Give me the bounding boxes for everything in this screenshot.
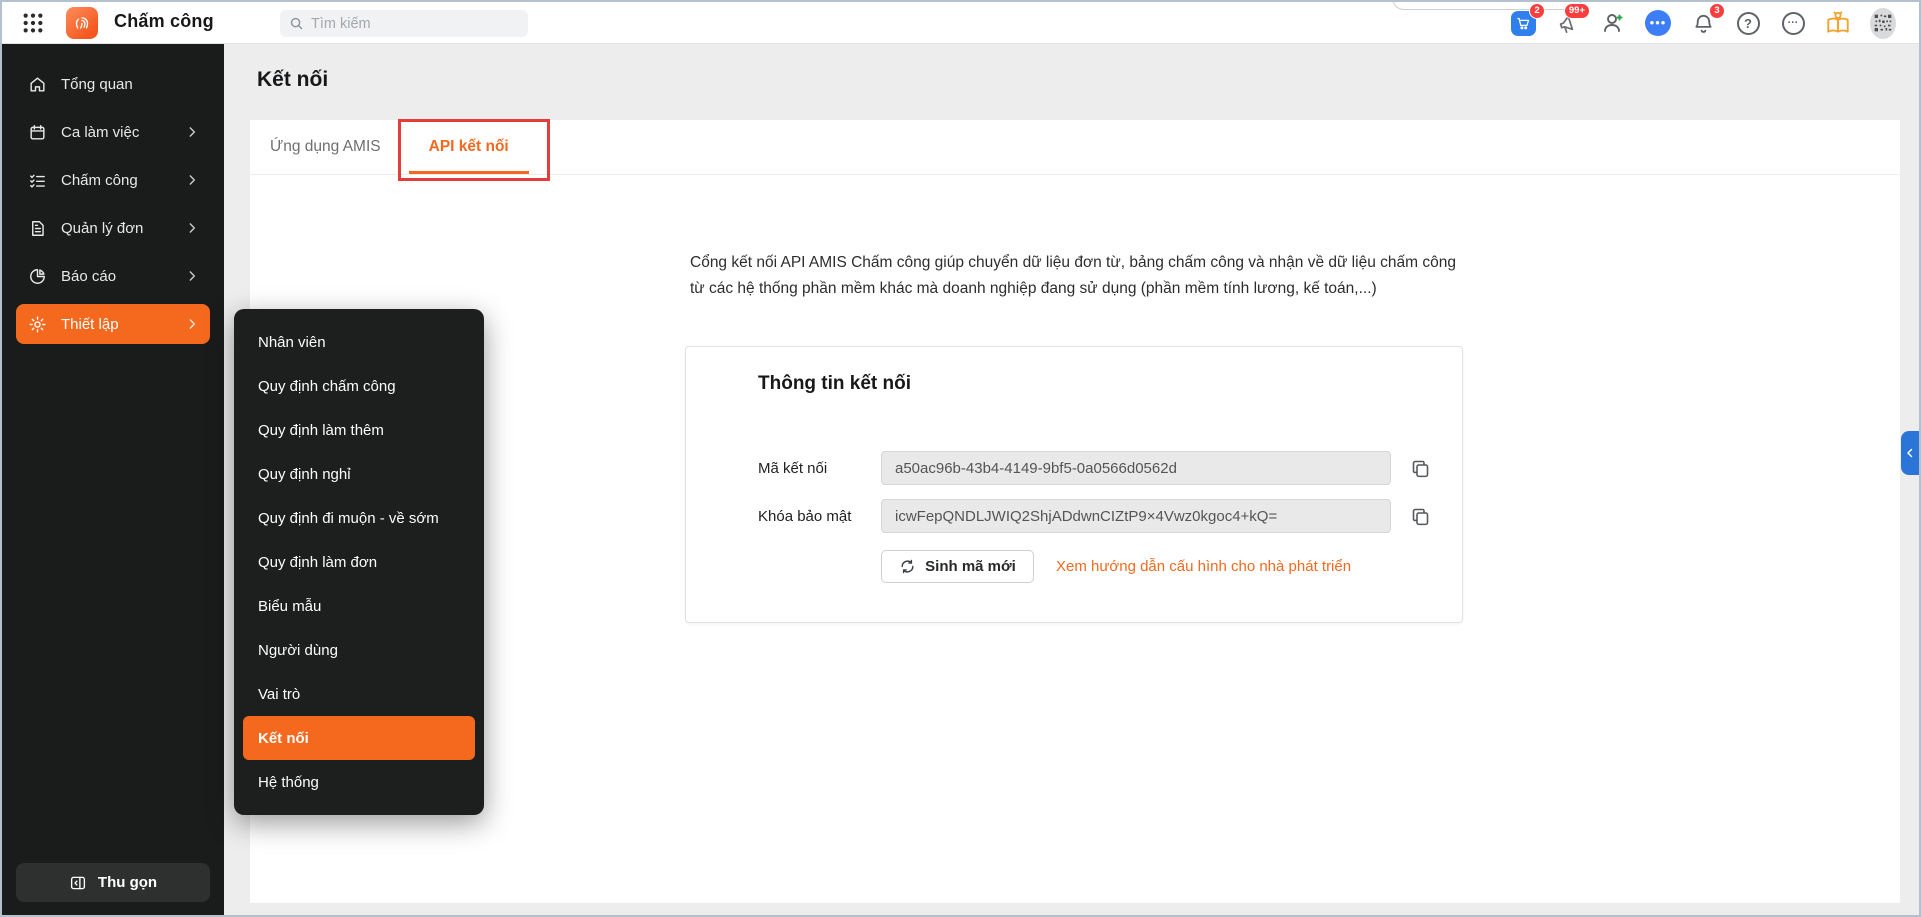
app-grid-icon[interactable] xyxy=(22,12,44,34)
chat-bubble-icon: ••• xyxy=(1645,10,1671,36)
topbar-actions: 2 99+ ••• 3 ? ... xyxy=(1510,2,1896,44)
chevron-right-icon xyxy=(185,221,199,235)
flyout-item-quy-dinh-cham-cong[interactable]: Quy định chấm công xyxy=(234,364,484,408)
sidebar-nav: Tổng quan Ca làm việc Chấm công Quản lý … xyxy=(2,44,224,344)
gear-icon xyxy=(27,314,47,334)
checklist-icon xyxy=(27,170,47,190)
flyout-item-quy-dinh-di-muon-ve-som[interactable]: Quy định đi muộn - về sớm xyxy=(234,496,484,540)
search-input[interactable] xyxy=(311,15,519,32)
connection-code-value[interactable]: a50ac96b-43b4-4149-9bf5-0a0566d0562d xyxy=(881,451,1391,485)
card-title: Thông tin kết nối xyxy=(758,373,912,394)
search-box[interactable] xyxy=(280,10,528,37)
tab-api-ket-noi[interactable]: API kết nối xyxy=(408,120,529,174)
calendar-icon xyxy=(27,122,47,142)
settings-flyout-menu: Nhân viên Quy định chấm công Quy định là… xyxy=(234,309,484,815)
card-actions: Sinh mã mới Xem hướng dẫn cấu hình cho n… xyxy=(881,550,1351,583)
regenerate-label: Sinh mã mới xyxy=(925,558,1016,575)
connection-code-row: Mã kết nối a50ac96b-43b4-4149-9bf5-0a056… xyxy=(758,451,1432,485)
announcements-button[interactable]: 99+ xyxy=(1555,3,1590,36)
chevron-right-icon xyxy=(185,317,199,331)
tab-ung-dung-amis[interactable]: Ứng dụng AMIS xyxy=(250,120,401,174)
secret-key-value[interactable]: icwFepQNDLJWIQ2ShjADdwnCIZtP9×4Vwz0kgoc4… xyxy=(881,499,1391,533)
sidebar-item-label: Ca làm việc xyxy=(61,123,140,141)
connection-info-card: Thông tin kết nối Mã kết nối a50ac96b-43… xyxy=(685,346,1463,623)
chevron-right-icon xyxy=(185,173,199,187)
copy-secret-key-button[interactable] xyxy=(1408,504,1432,528)
flyout-item-ket-noi[interactable]: Kết nối xyxy=(243,716,475,760)
flyout-item-quy-dinh-lam-them[interactable]: Quy định làm thêm xyxy=(234,408,484,452)
collapse-sidebar-button[interactable]: Thu gọn xyxy=(16,863,210,902)
sidebar-item-label: Quản lý đơn xyxy=(61,219,144,237)
sidebar-item-ca-lam-viec[interactable]: Ca làm việc xyxy=(16,112,210,152)
collapse-label: Thu gọn xyxy=(97,874,158,891)
help-icon: ? xyxy=(1736,11,1760,35)
flyout-item-bieu-mau[interactable]: Biểu mẫu xyxy=(234,584,484,628)
more-options-button[interactable]: ... xyxy=(1780,10,1806,36)
invite-user-button[interactable] xyxy=(1600,10,1626,36)
cart-badge: 2 xyxy=(1529,3,1545,19)
sidebar-item-quan-ly-don[interactable]: Quản lý đơn xyxy=(16,208,210,248)
regenerate-code-button[interactable]: Sinh mã mới xyxy=(881,550,1034,583)
sidebar: Tổng quan Ca làm việc Chấm công Quản lý … xyxy=(2,44,224,915)
more-icon: ... xyxy=(1781,11,1805,35)
sidebar-item-label: Thiết lập xyxy=(61,315,119,333)
secret-key-row: Khóa bảo mật icwFepQNDLJWIQ2ShjADdwnCIZt… xyxy=(758,499,1432,533)
flyout-item-vai-tro[interactable]: Vai trò xyxy=(234,672,484,716)
flyout-item-he-thong[interactable]: Hệ thống xyxy=(234,760,484,804)
whats-new-button[interactable] xyxy=(1825,10,1851,36)
document-icon xyxy=(27,218,47,238)
sidebar-item-label: Chấm công xyxy=(61,171,138,189)
flyout-item-quy-dinh-nghi[interactable]: Quy định nghỉ xyxy=(234,452,484,496)
help-button[interactable]: ? xyxy=(1735,10,1761,36)
chevron-left-icon xyxy=(1904,447,1916,459)
flyout-item-nguoi-dung[interactable]: Người dùng xyxy=(234,628,484,672)
sidebar-item-label: Báo cáo xyxy=(61,267,117,285)
announcements-badge: 99+ xyxy=(1563,3,1590,19)
sidebar-item-thiet-lap[interactable]: Thiết lập xyxy=(16,304,210,344)
collapse-panel-flap[interactable] xyxy=(1901,431,1919,475)
api-description: Cổng kết nối API AMIS Chấm công giúp chu… xyxy=(690,254,1456,298)
developer-guide-link[interactable]: Xem hướng dẫn cấu hình cho nhà phát triể… xyxy=(1056,558,1351,575)
chevron-right-icon xyxy=(185,125,199,139)
notifications-badge: 3 xyxy=(1709,3,1725,19)
copy-icon xyxy=(1410,506,1431,527)
notifications-button[interactable]: 3 xyxy=(1690,3,1725,36)
search-icon xyxy=(289,16,304,31)
app-title: Chấm công xyxy=(114,11,214,31)
tab-bar: Ứng dụng AMIS API kết nối xyxy=(250,120,1900,175)
sidebar-item-tong-quan[interactable]: Tổng quan xyxy=(16,64,210,104)
collapse-icon xyxy=(69,874,87,892)
chevron-right-icon xyxy=(185,269,199,283)
sidebar-item-bao-cao[interactable]: Báo cáo xyxy=(16,256,210,296)
user-avatar[interactable] xyxy=(1870,7,1896,39)
topbar: Chấm công 2 xyxy=(2,2,1919,44)
connection-code-label: Mã kết nối xyxy=(758,459,828,477)
home-icon xyxy=(27,74,47,94)
cart-button[interactable]: 2 xyxy=(1510,3,1545,36)
pie-chart-icon xyxy=(27,266,47,286)
sidebar-item-label: Tổng quan xyxy=(61,75,133,93)
copy-connection-code-button[interactable] xyxy=(1408,456,1432,480)
page-title: Kết nối xyxy=(257,68,329,91)
avatar xyxy=(1870,7,1896,39)
flyout-item-nhan-vien[interactable]: Nhân viên xyxy=(234,320,484,364)
sidebar-item-cham-cong[interactable]: Chấm công xyxy=(16,160,210,200)
fingerprint-logo-icon[interactable] xyxy=(66,7,98,39)
copy-icon xyxy=(1410,458,1431,479)
flyout-item-quy-dinh-lam-don[interactable]: Quy định làm đơn xyxy=(234,540,484,584)
app-window: Chấm công 2 xyxy=(0,0,1921,917)
secret-key-label: Khóa bảo mật xyxy=(758,507,852,525)
lamp-book-icon xyxy=(1825,10,1851,36)
messenger-button[interactable]: ••• xyxy=(1645,10,1671,36)
refresh-icon xyxy=(899,558,916,575)
